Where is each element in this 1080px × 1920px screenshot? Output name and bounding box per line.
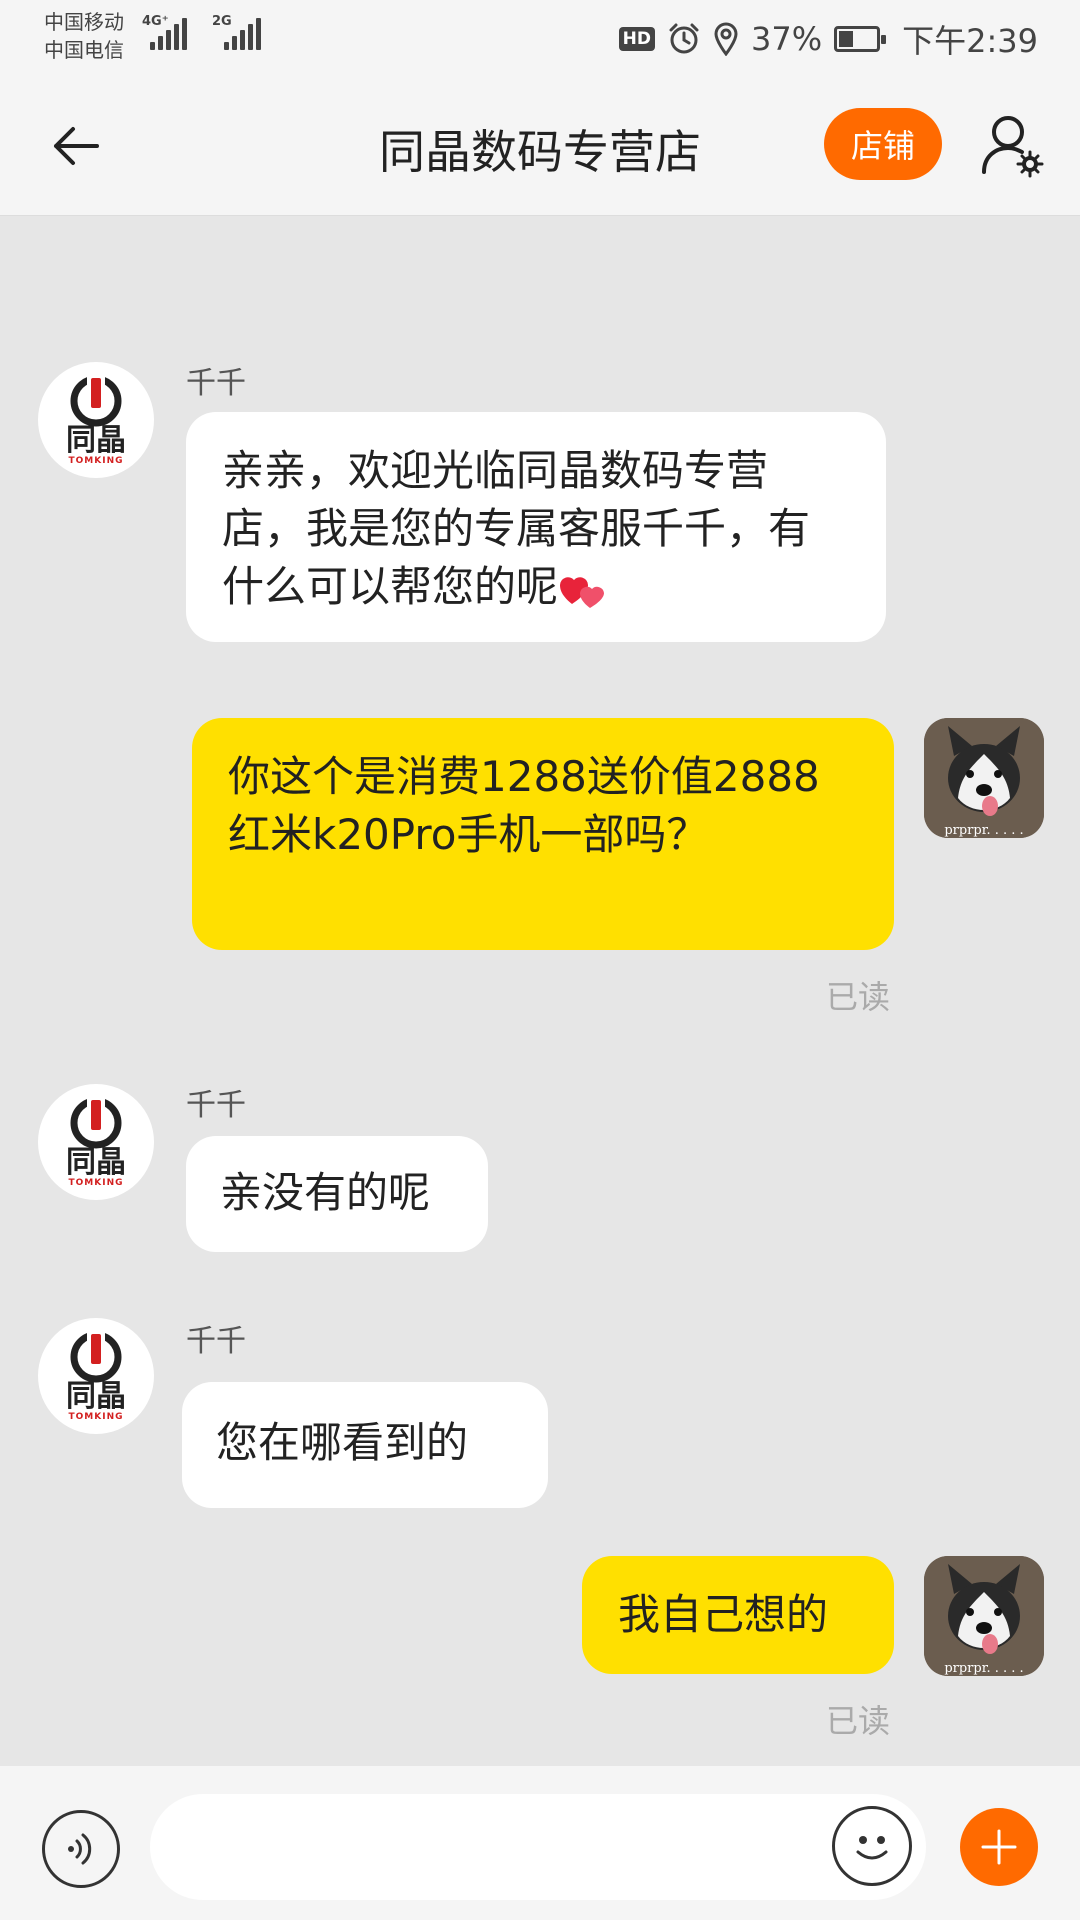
message-text: 亲亲，欢迎光临同晶数码专营店，我是您的专属客服千千，有什么可以帮您的呢 — [222, 446, 811, 611]
shop-logo-subtext: TOMKING — [68, 1412, 124, 1422]
voice-icon — [68, 1833, 92, 1865]
message-input[interactable] — [150, 1794, 926, 1900]
status-bar: 中国移动 中国电信 4G⁺ 2G HD 37% 下午2:39 — [0, 0, 1080, 78]
smiley-icon — [856, 1836, 888, 1860]
shop-button[interactable]: 店铺 — [824, 108, 942, 180]
signal-icon-2: 2G — [212, 14, 268, 50]
message-bubble-incoming[interactable]: 亲亲，欢迎光临同晶数码专营店，我是您的专属客服千千，有什么可以帮您的呢 — [186, 412, 886, 642]
voice-button[interactable] — [42, 1810, 120, 1888]
shop-logo-icon — [70, 374, 122, 427]
more-button[interactable] — [960, 1808, 1038, 1886]
shop-logo-text: 同晶 — [66, 423, 126, 458]
message-bubble-outgoing[interactable]: 你这个是消费1288送价值2888红米k20Pro手机一部吗？ — [192, 718, 894, 950]
shop-avatar[interactable]: 同晶 TOMKING — [38, 1084, 154, 1200]
shop-logo-subtext: TOMKING — [68, 1178, 124, 1188]
hearts-emoji-icon — [560, 576, 605, 608]
location-icon — [714, 22, 738, 56]
user-avatar[interactable]: prprpr. . . . . — [924, 718, 1044, 838]
shop-logo-text: 同晶 — [66, 1379, 126, 1414]
user-avatar[interactable]: prprpr. . . . . — [924, 1556, 1044, 1676]
user-settings-icon — [982, 116, 1044, 178]
sender-name: 千千 — [186, 1088, 246, 1123]
shop-logo-subtext: TOMKING — [68, 456, 124, 466]
status-right: HD 37% 下午2:39 — [618, 16, 1038, 62]
network-type-1: 4G⁺ — [142, 14, 169, 29]
message-text: 你这个是消费1288送价值2888红米k20Pro手机一部吗？ — [228, 752, 820, 859]
shop-logo-text: 同晶 — [66, 1145, 126, 1180]
battery-level — [839, 31, 854, 47]
read-status: 已读 — [826, 1702, 891, 1740]
message-bubble-incoming[interactable]: 您在哪看到的 — [182, 1382, 548, 1508]
clock: 下午2:39 — [902, 22, 1038, 60]
alarm-icon — [669, 23, 699, 54]
network-type-2: 2G — [212, 14, 232, 29]
message-bubble-incoming[interactable]: 亲没有的呢 — [186, 1136, 488, 1252]
signal-icon-1: 4G⁺ — [142, 14, 202, 50]
carrier-1: 中国移动 — [44, 10, 124, 34]
plus-icon — [981, 1829, 1017, 1865]
avatar-caption: prprpr. . . . . — [944, 823, 1023, 838]
message-bubble-outgoing[interactable]: 我自己想的 — [582, 1556, 894, 1674]
battery-icon — [834, 26, 887, 52]
message-text: 我自己想的 — [618, 1590, 829, 1639]
sender-name: 千千 — [186, 1324, 246, 1359]
avatar-caption: prprpr. . . . . — [944, 1661, 1023, 1676]
emoji-button[interactable] — [832, 1806, 912, 1886]
shop-avatar[interactable]: 同晶 TOMKING — [38, 362, 154, 478]
read-status: 已读 — [826, 978, 891, 1016]
chat-header: 同晶数码专营店 店铺 — [0, 78, 1080, 216]
user-settings-button[interactable] — [978, 110, 1048, 180]
husky-avatar-icon: prprpr. . . . . — [924, 718, 1044, 838]
husky-avatar-icon: prprpr. . . . . — [924, 1556, 1044, 1676]
message-text: 亲没有的呢 — [220, 1168, 431, 1217]
shop-logo-icon — [70, 1330, 122, 1383]
message-input-bar — [0, 1766, 1080, 1920]
sender-name: 千千 — [186, 366, 246, 401]
carrier-2: 中国电信 — [44, 38, 124, 62]
shop-avatar[interactable]: 同晶 TOMKING — [38, 1318, 154, 1434]
carrier-labels: 中国移动 中国电信 — [44, 8, 124, 64]
hd-icon: HD — [618, 27, 655, 51]
shop-logo-icon — [70, 1096, 122, 1149]
battery-percent: 37% — [751, 20, 823, 58]
message-text: 您在哪看到的 — [216, 1418, 469, 1467]
